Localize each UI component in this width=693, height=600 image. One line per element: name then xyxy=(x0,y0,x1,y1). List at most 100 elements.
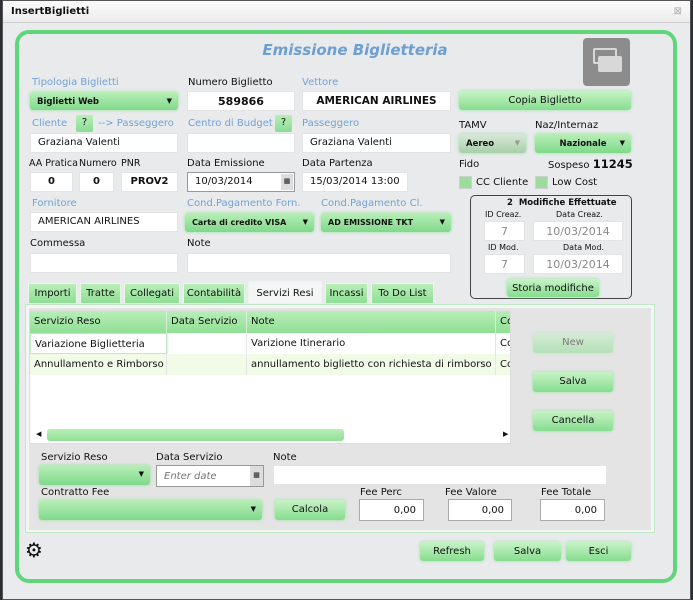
tab-tratte[interactable]: Tratte xyxy=(80,283,121,304)
data-emissione-input[interactable]: 10/03/2014 ▦ xyxy=(187,172,295,192)
cell[interactable]: Co xyxy=(496,354,510,375)
calcola-button[interactable]: Calcola xyxy=(275,500,345,520)
cond-forn-label: Cond.Pagamento Forn. xyxy=(187,198,301,209)
refresh-button[interactable]: Refresh xyxy=(420,542,484,561)
table-row[interactable]: Annullamento e Rimborso annullamento big… xyxy=(30,354,510,375)
naz-label: Naz/Internaz xyxy=(535,120,599,131)
new-button[interactable]: New xyxy=(533,333,613,353)
data-servizio-label: Data Servizio xyxy=(156,452,223,463)
fee-perc-input[interactable]: 0,00 xyxy=(359,499,424,521)
tab-incassi[interactable]: Incassi xyxy=(325,283,368,304)
chevron-down-icon: ▼ xyxy=(166,97,172,105)
scroll-left-icon[interactable]: ◀ xyxy=(36,430,41,438)
passeggero-input[interactable]: Graziana Valenti xyxy=(302,133,451,153)
copia-biglietto-button[interactable]: Copia Biglietto xyxy=(459,91,631,110)
calendar-icon[interactable]: ▦ xyxy=(250,466,263,486)
tab-contabilita[interactable]: Contabilità xyxy=(183,283,245,304)
data-partenza-input[interactable]: 15/03/2014 13:00 xyxy=(302,172,408,192)
centro-budget-input[interactable] xyxy=(187,133,295,153)
vettore-label: Vettore xyxy=(302,77,339,88)
tamv-select[interactable]: Aereo ▼ xyxy=(459,134,526,153)
passeggero-link[interactable]: --> Passeggero xyxy=(98,118,174,129)
data-servizio-input[interactable] xyxy=(156,465,264,487)
cond-cl-select[interactable]: AD EMISSIONE TKT ▼ xyxy=(321,213,451,232)
calendar-icon[interactable]: ▦ xyxy=(281,174,293,190)
aa-pratica-input[interactable]: 0 xyxy=(30,172,73,192)
note-label: Note xyxy=(187,238,211,249)
cell[interactable]: Variazione Biglietteria xyxy=(30,333,167,354)
fee-totale-input[interactable]: 0,00 xyxy=(540,499,605,521)
horizontal-scrollbar[interactable]: ◀ ▶ xyxy=(30,427,510,443)
sospeso-value: 11245 xyxy=(592,157,633,171)
chevron-down-icon: ▼ xyxy=(302,218,308,226)
column-header[interactable]: Co xyxy=(496,311,510,333)
id-mod-input: 7 xyxy=(484,254,525,274)
chevron-down-icon: ▼ xyxy=(619,139,625,147)
naz-select[interactable]: Nazionale ▼ xyxy=(535,134,631,153)
data-creaz-input: 10/03/2014 xyxy=(533,221,623,241)
data-emissione-label: Data Emissione xyxy=(187,158,265,169)
budget-help-button[interactable]: ? xyxy=(275,115,292,132)
contratto-fee-select[interactable]: ▼ xyxy=(39,500,262,520)
fee-totale-label: Fee Totale xyxy=(541,487,592,498)
sospeso: Sospeso 11245 xyxy=(548,157,633,171)
numero-label: Numero xyxy=(79,158,117,169)
cond-forn-select[interactable]: Carta di credito VISA ▼ xyxy=(185,213,314,232)
cliente-label: Cliente xyxy=(32,118,68,129)
salva-button[interactable]: Salva xyxy=(494,542,561,561)
scrollbar-thumb[interactable] xyxy=(47,429,344,441)
tab-to-do-list[interactable]: To Do List xyxy=(371,283,434,304)
cc-cliente-checkbox[interactable] xyxy=(459,176,472,189)
aa-pratica-label: AA Pratica xyxy=(29,158,78,169)
modifiche-count: 2 xyxy=(507,198,513,208)
low-cost-checkbox[interactable] xyxy=(535,176,548,189)
cell[interactable]: Annullamento e Rimborso xyxy=(30,354,167,375)
cell[interactable] xyxy=(167,354,247,375)
fornitore-label: Fornitore xyxy=(32,198,77,209)
cell[interactable]: annullamento biglietto con richiesta di … xyxy=(247,354,496,375)
cliente-input[interactable]: Graziana Valenti xyxy=(30,133,178,153)
servizio-reso-select[interactable]: ▼ xyxy=(39,465,150,485)
close-icon[interactable]: ⊠ xyxy=(674,6,682,17)
tipologia-select[interactable]: Biglietti Web ▼ xyxy=(30,92,178,110)
fee-perc-label: Fee Perc xyxy=(360,487,402,498)
column-header[interactable]: Servizio Reso xyxy=(30,311,167,333)
cancella-button[interactable]: Cancella xyxy=(533,411,613,431)
gear-icon[interactable]: ⚙ xyxy=(25,540,43,560)
chevron-down-icon: ▼ xyxy=(250,505,256,513)
tab-importi[interactable]: Importi xyxy=(28,283,77,304)
data-partenza-label: Data Partenza xyxy=(302,158,373,169)
esci-button[interactable]: Esci xyxy=(566,542,631,561)
tab-collegati[interactable]: Collegati xyxy=(124,283,180,304)
fornitore-input[interactable]: AMERICAN AIRLINES xyxy=(30,212,178,232)
cliente-help-button[interactable]: ? xyxy=(76,115,93,132)
tipologia-label: Tipologia Biglietti xyxy=(32,77,119,88)
tab-servizi-resi[interactable]: Servizi Resi xyxy=(248,281,322,304)
cell[interactable]: Co xyxy=(496,333,510,354)
contratto-fee-label: Contratto Fee xyxy=(41,487,110,498)
chevron-down-icon: ▼ xyxy=(138,470,144,478)
cell[interactable]: Varizione Itinerario xyxy=(247,333,496,354)
detail-note-input[interactable] xyxy=(273,465,607,485)
cc-cliente-label: CC Cliente xyxy=(476,177,529,188)
title-bar: InsertBiglietti ⊠ xyxy=(3,1,690,23)
cell[interactable] xyxy=(167,333,247,354)
modifiche-title-text: Modifiche Effettuate xyxy=(518,198,617,208)
numero-input[interactable]: 0 xyxy=(79,172,114,192)
pnr-input[interactable]: PROV2 xyxy=(121,172,178,192)
column-header[interactable]: Note xyxy=(247,311,496,333)
storia-modifiche-button[interactable]: Storia modifiche xyxy=(507,279,599,297)
numero-biglietto-input[interactable]: 589866 xyxy=(187,91,295,111)
vettore-input[interactable]: AMERICAN AIRLINES xyxy=(302,91,451,111)
commessa-input[interactable] xyxy=(30,253,178,273)
chevron-down-icon: ▼ xyxy=(514,139,520,147)
cond-cl-label: Cond.Pagamento Cl. xyxy=(321,198,423,209)
scroll-right-icon[interactable]: ▶ xyxy=(503,430,508,438)
tamv-label: TAMV xyxy=(459,120,487,131)
salva-servizio-button[interactable]: Salva xyxy=(533,372,613,392)
note-input[interactable] xyxy=(187,253,451,273)
column-header[interactable]: Data Servizio xyxy=(167,311,247,333)
servizi-grid: Servizio Reso Data Servizio Note Co Vari… xyxy=(29,310,511,444)
fee-valore-input[interactable]: 0,00 xyxy=(448,499,512,521)
numero-biglietto-label: Numero Biglietto xyxy=(188,77,273,88)
